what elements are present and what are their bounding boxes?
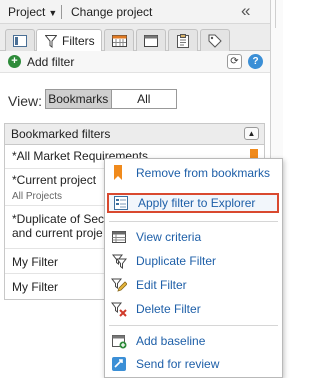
menu-item-duplicate-filter[interactable]: Duplicate Filter [105, 251, 282, 271]
filter-title: My Filter [12, 280, 58, 294]
grid-icon [112, 231, 126, 243]
menu-item-remove-bookmark[interactable]: Remove from bookmarks [105, 163, 282, 183]
menu-item-delete-filter[interactable]: Delete Filter [105, 299, 282, 319]
tab-filters-label: Filters [62, 34, 95, 48]
bookmark-icon [114, 165, 122, 180]
add-icon[interactable]: + [8, 55, 21, 68]
pane-notch [275, 0, 283, 28]
tab-tags[interactable] [200, 29, 230, 51]
list-header-label: Bookmarked filters [11, 127, 111, 141]
send-review-icon [112, 357, 126, 371]
filter-icon [45, 34, 57, 48]
baseline-icon [112, 335, 127, 349]
menu-item-apply-to-explorer[interactable]: Apply filter to Explorer [107, 193, 279, 213]
tab-window[interactable] [136, 29, 166, 51]
duplicate-icon [111, 254, 127, 269]
view-label: View: [8, 93, 42, 109]
add-filter-link[interactable]: Add filter [27, 55, 74, 69]
tab-calendar[interactable] [104, 29, 134, 51]
menu-divider [109, 221, 278, 222]
tab-details[interactable] [5, 29, 35, 51]
view-segmented-control: Bookmarks All [45, 89, 177, 109]
collapse-panel-icon[interactable]: « [241, 1, 250, 21]
project-label: Project [8, 5, 46, 19]
menu-item-label: Delete Filter [136, 302, 201, 316]
add-filter-bar: + Add filter ⟳ ? [0, 51, 270, 73]
calendar-icon [111, 34, 127, 47]
tab-bar: Filters [0, 24, 270, 52]
tab-clipboard[interactable] [168, 29, 198, 51]
menu-item-label: Apply filter to Explorer [138, 196, 256, 210]
menu-item-send-for-review[interactable]: Send for review [105, 354, 282, 374]
filter-title: My Filter [12, 255, 58, 269]
help-icon[interactable]: ? [248, 54, 263, 69]
menu-item-label: Add baseline [136, 334, 206, 348]
refresh-icon[interactable]: ⟳ [227, 54, 242, 69]
menu-item-add-baseline[interactable]: Add baseline [105, 331, 282, 351]
delete-icon [111, 302, 127, 317]
tag-icon [208, 34, 222, 48]
menu-item-label: Duplicate Filter [136, 254, 217, 268]
view-option-all[interactable]: All [111, 90, 176, 108]
menu-item-edit-filter[interactable]: Edit Filter [105, 275, 282, 295]
chevron-down-icon: ▼ [48, 8, 58, 18]
change-project-link[interactable]: Change project [71, 5, 152, 19]
top-bar: Project ▼ Change project « [0, 0, 270, 24]
list-header: Bookmarked filters ▲ [5, 124, 264, 145]
menu-item-label: Send for review [136, 357, 220, 371]
clipboard-icon [177, 33, 189, 48]
tab-filters[interactable]: Filters [36, 29, 102, 52]
divider [61, 5, 62, 19]
details-icon [13, 34, 27, 47]
menu-item-label: Edit Filter [136, 278, 187, 292]
project-menu[interactable]: Project ▼ [8, 5, 57, 19]
menu-divider [109, 325, 278, 326]
context-menu: Remove from bookmarks Apply filter to Ex… [104, 158, 283, 378]
menu-item-label: View criteria [136, 230, 202, 244]
menu-item-view-criteria[interactable]: View criteria [105, 227, 282, 247]
sort-up-icon[interactable]: ▲ [244, 127, 259, 140]
edit-icon [111, 278, 127, 292]
view-option-bookmarks[interactable]: Bookmarks [46, 90, 112, 108]
menu-item-label: Remove from bookmarks [136, 166, 271, 180]
explorer-icon [114, 196, 128, 210]
window-icon [144, 34, 158, 47]
